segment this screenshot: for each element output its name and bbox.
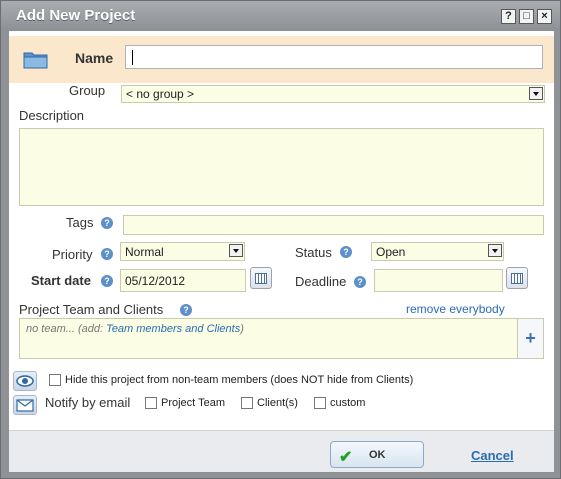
notify-project-team-label: Project Team — [161, 397, 225, 409]
add-project-dialog: Add New Project ? □ × Name Group < no gr… — [0, 0, 561, 479]
notify-label: Notify by email — [45, 395, 131, 410]
team-label: Project Team and Clients — [19, 302, 164, 317]
priority-help-icon[interactable]: ? — [101, 248, 113, 260]
text-caret — [132, 50, 133, 65]
dialog-footer: ✔ OK Cancel — [9, 430, 554, 472]
deadline-label: Deadline — [295, 274, 347, 289]
cancel-link[interactable]: Cancel — [471, 448, 514, 463]
envelope-icon — [13, 395, 37, 415]
notify-custom-label: custom — [330, 397, 366, 409]
chevron-down-icon — [229, 244, 243, 257]
checkmark-icon: ✔ — [339, 449, 353, 466]
notify-custom-checkbox[interactable] — [314, 397, 326, 409]
priority-label: Priority — [52, 247, 93, 262]
eye-icon — [13, 371, 37, 391]
hide-project-label: Hide this project from non-team members … — [65, 374, 414, 386]
status-value: Open — [376, 245, 406, 259]
dialog-title: Add New Project — [16, 7, 136, 24]
form-panel: Name Group < no group > Description Tags… — [9, 31, 554, 430]
chevron-down-icon — [529, 87, 543, 100]
start-date-input[interactable]: 05/12/2012 — [120, 269, 246, 292]
ok-label: OK — [369, 449, 386, 461]
name-input[interactable] — [125, 45, 543, 69]
deadline-calendar-icon[interactable] — [506, 267, 528, 289]
deadline-help-icon[interactable]: ? — [354, 276, 366, 288]
start-date-label: Start date — [31, 273, 91, 288]
name-label: Name — [75, 50, 114, 66]
start-date-value: 05/12/2012 — [125, 274, 186, 288]
maximize-window-button[interactable]: □ — [519, 9, 534, 24]
team-box: no team... (add: Team members and Client… — [19, 318, 518, 359]
folder-icon — [23, 52, 48, 69]
tags-input[interactable] — [123, 215, 544, 235]
status-help-icon[interactable]: ? — [340, 246, 352, 258]
chevron-down-icon — [488, 244, 502, 257]
start-date-calendar-icon[interactable] — [250, 267, 272, 289]
add-team-button[interactable]: + — [518, 318, 544, 359]
help-window-button[interactable]: ? — [501, 9, 516, 24]
deadline-input[interactable] — [374, 269, 503, 292]
team-empty-text: no team... (add: Team members and Client… — [26, 323, 244, 335]
hide-project-checkbox[interactable] — [49, 374, 61, 386]
priority-select[interactable]: Normal — [120, 242, 245, 261]
tags-help-icon[interactable]: ? — [101, 217, 113, 229]
description-label: Description — [19, 108, 85, 123]
tags-label: Tags — [66, 215, 94, 230]
name-bar: Name — [9, 36, 554, 83]
ok-button[interactable]: ✔ OK — [330, 441, 424, 468]
team-help-icon[interactable]: ? — [180, 304, 192, 316]
add-team-link[interactable]: Team members and Clients — [106, 323, 240, 335]
notify-clients-label: Client(s) — [257, 397, 298, 409]
description-textarea[interactable] — [19, 128, 544, 206]
notify-project-team-checkbox[interactable] — [145, 397, 157, 409]
status-select[interactable]: Open — [371, 242, 504, 261]
group-label: Group — [69, 83, 106, 98]
start-date-help-icon[interactable]: ? — [101, 275, 113, 287]
group-value: < no group > — [126, 87, 195, 101]
title-bar[interactable]: Add New Project ? □ × — [1, 1, 560, 31]
status-label: Status — [295, 245, 332, 260]
group-select[interactable]: < no group > — [121, 85, 545, 103]
notify-clients-checkbox[interactable] — [241, 397, 253, 409]
remove-everybody-link[interactable]: remove everybody — [406, 302, 505, 316]
close-window-button[interactable]: × — [537, 9, 552, 24]
priority-value: Normal — [125, 245, 164, 259]
